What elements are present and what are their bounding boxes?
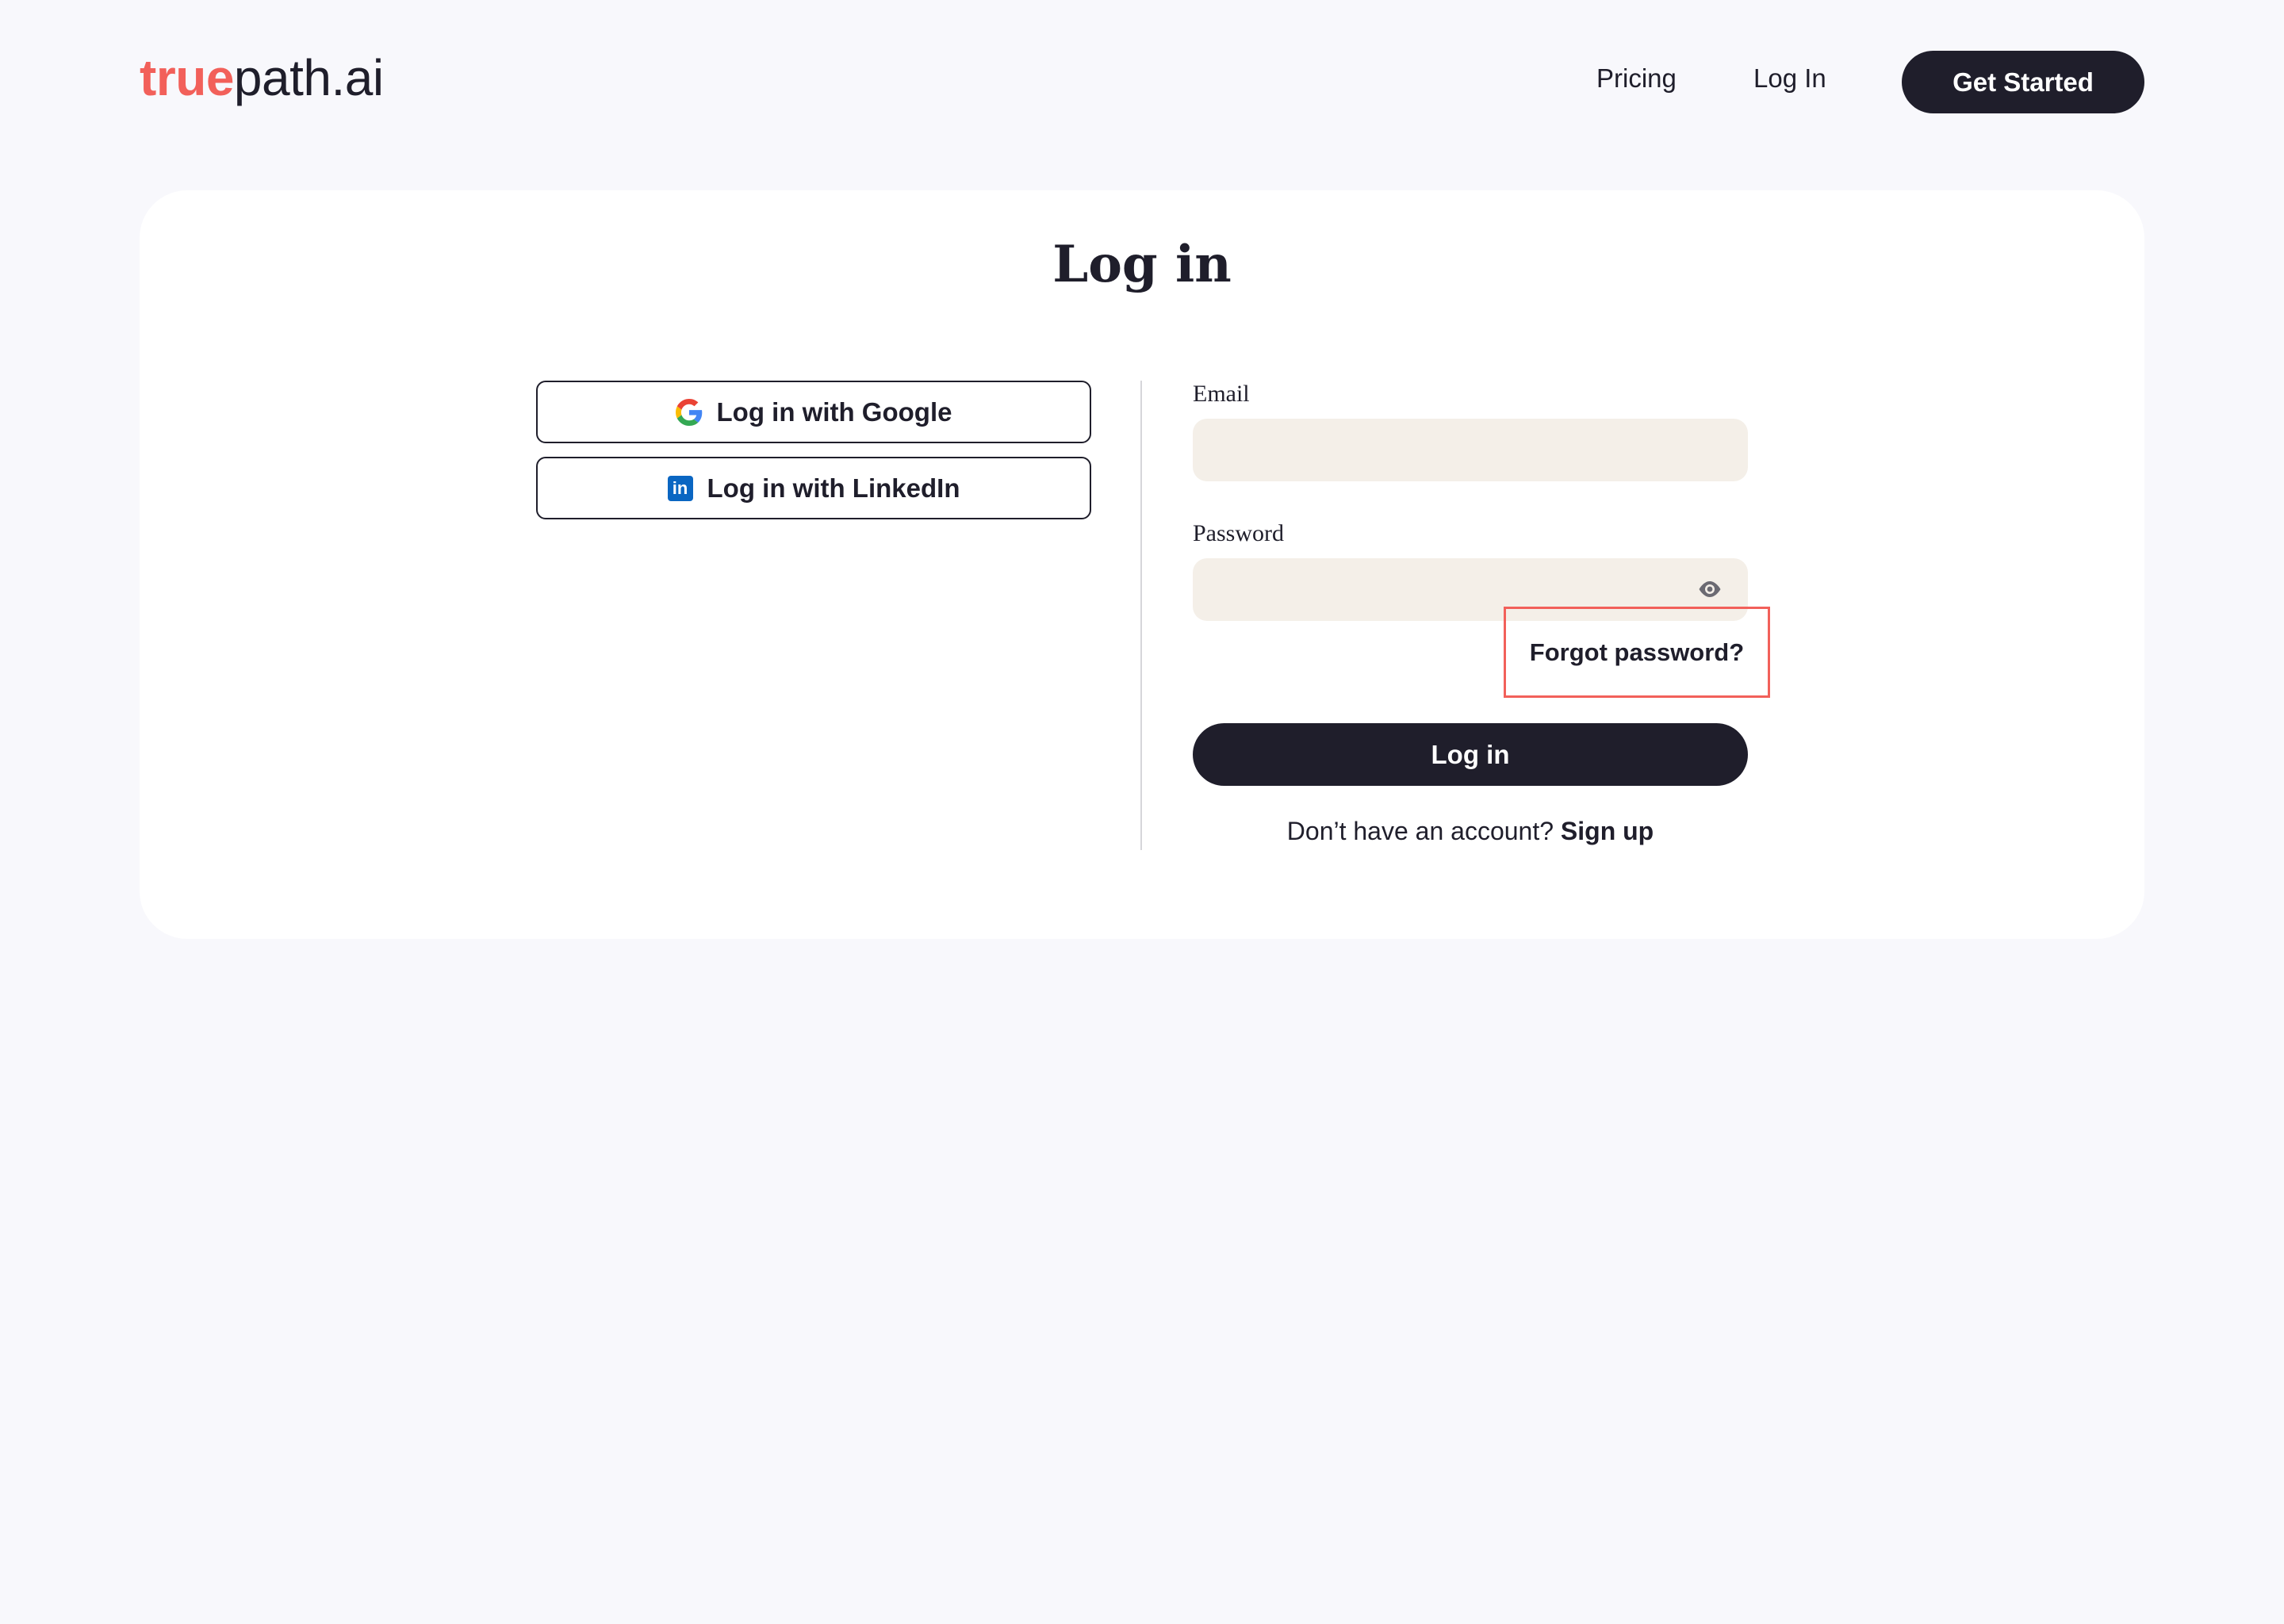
google-login-label: Log in with Google	[716, 396, 952, 427]
login-card	[140, 190, 2144, 939]
nav-pricing-link[interactable]: Pricing	[1596, 65, 1677, 91]
login-submit-button[interactable]: Log in	[1193, 723, 1748, 786]
logo[interactable]: truepath.ai	[140, 52, 384, 103]
page-title: Log in	[1052, 235, 1232, 294]
forgot-password-link[interactable]: Forgot password?	[1504, 607, 1770, 698]
column-divider	[1140, 381, 1142, 850]
signup-link[interactable]: Sign up	[1561, 817, 1654, 845]
linkedin-login-button[interactable]: in Log in with LinkedIn	[536, 457, 1091, 519]
linkedin-login-label: Log in with LinkedIn	[707, 473, 960, 503]
linkedin-icon: in	[667, 475, 693, 501]
signup-row: Don’t have an account? Sign up	[1193, 818, 1748, 844]
logo-brand-text: true	[140, 49, 234, 106]
signup-prompt: Don’t have an account?	[1286, 817, 1554, 845]
nav-login-link[interactable]: Log In	[1753, 65, 1826, 91]
password-label: Password	[1193, 520, 1285, 546]
google-login-button[interactable]: Log in with Google	[536, 381, 1091, 443]
email-label: Email	[1193, 381, 1250, 407]
get-started-button[interactable]: Get Started	[1902, 51, 2144, 113]
logo-rest-text: path.ai	[233, 49, 384, 106]
eye-icon[interactable]	[1697, 579, 1723, 599]
email-input[interactable]	[1193, 419, 1748, 481]
google-icon	[675, 398, 702, 426]
